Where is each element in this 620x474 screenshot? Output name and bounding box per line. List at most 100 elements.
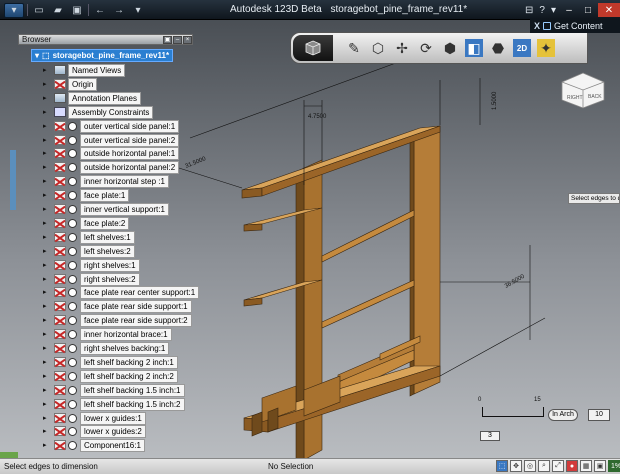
visibility-toggle-icon[interactable] (68, 135, 77, 145)
box-tool-icon[interactable]: ⬡ (369, 39, 387, 57)
units-button[interactable]: In Arch (548, 409, 578, 421)
expand-arrow-icon[interactable]: ▾ (35, 51, 39, 60)
expand-arrow-icon[interactable]: ▸ (43, 66, 47, 74)
browser-minimize-icon[interactable]: – (173, 35, 182, 44)
visibility-toggle-icon[interactable] (68, 149, 77, 159)
viewcube-back-label[interactable]: BACK (588, 94, 602, 100)
tree-item[interactable]: ▸ face plate rear center support:1 (18, 286, 200, 300)
visibility-toggle-icon[interactable] (68, 344, 77, 353)
select-mode-icon[interactable]: ⬚ (496, 460, 508, 472)
primitives-button[interactable] (293, 35, 333, 61)
expand-arrow-icon[interactable]: ▸ (43, 414, 47, 422)
expand-arrow-icon[interactable]: ▸ (43, 122, 47, 130)
expand-arrow-icon[interactable]: ▸ (43, 108, 47, 116)
expand-arrow-icon[interactable]: ▸ (43, 149, 47, 157)
rotate-tool-icon[interactable]: ⟳ (417, 39, 435, 57)
expand-arrow-icon[interactable]: ▸ (43, 427, 47, 435)
tree-item[interactable]: ▸ Named Views (18, 64, 193, 77)
tree-item[interactable]: ▸ Annotation Planes (18, 91, 193, 105)
expand-arrow-icon[interactable]: ▸ (43, 441, 47, 449)
expand-arrow-icon[interactable]: ▸ (43, 177, 47, 185)
expand-arrow-icon[interactable]: ▸ (43, 136, 47, 144)
visibility-toggle-icon[interactable] (68, 260, 77, 270)
minimize-button[interactable]: – (560, 3, 578, 17)
tree-item[interactable]: ▸ left shelf backing 2 inch:2 (18, 369, 193, 383)
get-content-label[interactable]: Get Content (554, 21, 603, 31)
tree-item[interactable]: ▸ face plate:1 (18, 189, 193, 203)
browser-close-icon[interactable]: × (183, 35, 192, 44)
app-menu-button[interactable]: ▾ (4, 2, 24, 18)
undo-icon[interactable]: ← (92, 3, 108, 18)
visibility-toggle-icon[interactable] (68, 121, 77, 131)
scale-value-field[interactable]: 3 (480, 431, 500, 441)
visibility-toggle-icon[interactable] (68, 330, 77, 340)
visibility-toggle-icon[interactable] (68, 441, 77, 451)
orbit-icon[interactable]: ◎ (524, 460, 536, 472)
expand-arrow-icon[interactable]: ▸ (43, 400, 47, 408)
sign-in-icon[interactable]: ⊟ (522, 5, 536, 16)
render-tool-icon[interactable]: ✦ (537, 39, 555, 57)
expand-arrow-icon[interactable]: ▸ (43, 302, 47, 310)
tree-item[interactable]: ▸ outside horizontal panel:2 (18, 161, 193, 175)
expand-arrow-icon[interactable]: ▸ (43, 205, 47, 213)
expand-arrow-icon[interactable]: ▸ (43, 288, 47, 296)
visibility-toggle-icon[interactable] (68, 274, 77, 284)
tree-root[interactable]: ▾ ⬚ storagebot_pine_frame_rev11* (31, 49, 174, 62)
help-dropdown-icon[interactable]: ▾ (548, 5, 559, 16)
tree-item[interactable]: ▸ lower x guides:1 (18, 411, 193, 425)
visibility-toggle-icon[interactable] (68, 177, 77, 187)
visibility-toggle-icon[interactable] (68, 246, 77, 256)
viewcube-right-label[interactable]: RIGHT (567, 95, 583, 101)
maximize-button[interactable]: □ (579, 3, 597, 17)
open-folder-icon[interactable]: ▰ (50, 3, 66, 18)
close-button[interactable]: ✕ (598, 3, 620, 17)
view-tool-icon[interactable]: ◧ (465, 39, 483, 57)
expand-arrow-icon[interactable]: ▸ (43, 275, 47, 283)
visibility-toggle-icon[interactable] (68, 232, 77, 242)
visibility-toggle-icon[interactable] (68, 427, 77, 437)
visibility-toggle-icon[interactable] (68, 413, 77, 423)
help-icon[interactable]: ? (536, 5, 548, 16)
close-content-icon[interactable]: X (534, 21, 540, 31)
tree-item[interactable]: ▸ left shelf backing 1.5 inch:2 (18, 397, 193, 411)
tree-item[interactable]: ▸ face plate rear side support:1 (18, 300, 193, 314)
expand-arrow-icon[interactable]: ▸ (43, 163, 47, 171)
redo-icon[interactable]: → (111, 3, 127, 18)
tree-item[interactable]: ▸ left shelves:2 (18, 244, 193, 258)
visibility-toggle-icon[interactable] (68, 163, 77, 173)
viewcube[interactable]: RIGHT BACK (558, 70, 608, 110)
viewcube-icon[interactable]: RIGHT BACK (558, 70, 608, 110)
tree-item[interactable]: ▸ face plate rear side support:2 (18, 314, 193, 328)
expand-arrow-icon[interactable]: ▸ (43, 247, 47, 255)
browser-splitter[interactable] (10, 150, 16, 210)
visibility-toggle-icon[interactable] (68, 399, 77, 409)
visibility-toggle-icon[interactable] (68, 302, 77, 312)
move-tool-icon[interactable]: ✢ (393, 39, 411, 57)
get-content-panel[interactable]: X Get Content (530, 19, 620, 33)
tree-item[interactable]: ▸ outer vertical side panel:1 (18, 119, 193, 133)
new-file-icon[interactable]: ▭ (31, 3, 47, 18)
tree-item[interactable]: ▸ inner horizontal brace:1 (18, 328, 193, 342)
tree-item[interactable]: ▸ outer vertical side panel:2 (18, 133, 193, 147)
visibility-toggle-icon[interactable] (68, 218, 77, 228)
expand-arrow-icon[interactable]: ▸ (43, 330, 47, 338)
visibility-toggle-icon[interactable] (68, 288, 77, 298)
tree-item[interactable]: ▸ left shelf backing 1.5 inch:1 (18, 383, 193, 397)
display-icon[interactable]: ▣ (594, 460, 606, 472)
fit-icon[interactable]: ⤢ (552, 460, 564, 472)
tree-item[interactable]: ▸ lower x guides:2 (18, 425, 193, 439)
tree-item[interactable]: ▸ left shelf backing 2 inch:1 (18, 355, 193, 369)
browser-pin-icon[interactable]: ▣ (163, 35, 172, 44)
tree-item[interactable]: ▸ inner vertical support:1 (18, 203, 193, 216)
2d-tool-icon[interactable]: 2D (513, 39, 531, 57)
tree-item[interactable]: ▸ Assembly Constraints (18, 105, 193, 119)
look-at-tool-icon[interactable]: ⬢ (441, 39, 459, 57)
expand-arrow-icon[interactable]: ▸ (43, 233, 47, 241)
expand-arrow-icon[interactable]: ▸ (43, 344, 47, 352)
expand-arrow-icon[interactable]: ▸ (43, 372, 47, 380)
expand-arrow-icon[interactable]: ▸ (43, 80, 47, 88)
tree-item[interactable]: ▸ right shelves:1 (18, 258, 193, 272)
grid-icon[interactable]: ▦ (580, 460, 592, 472)
orbit-tool-icon[interactable]: ⬣ (489, 39, 507, 57)
grid-spacing-field[interactable]: 10 (588, 409, 610, 421)
